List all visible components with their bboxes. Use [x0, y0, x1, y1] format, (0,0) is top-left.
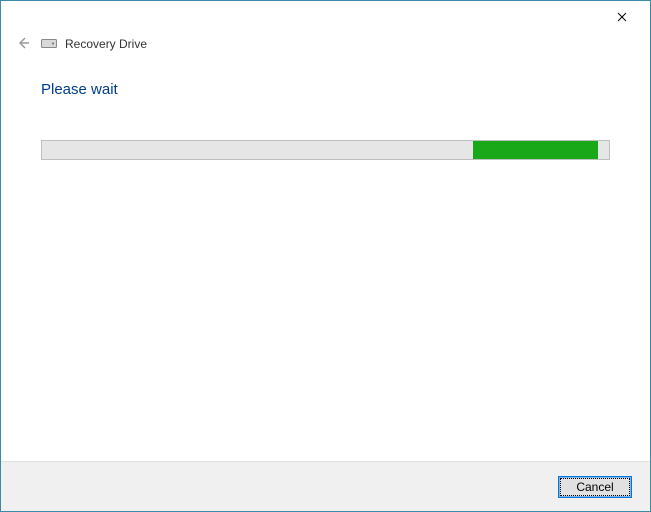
- page-heading: Please wait: [41, 81, 610, 98]
- footer: Cancel: [1, 461, 650, 511]
- drive-icon: [41, 38, 57, 50]
- progress-fill: [473, 141, 598, 159]
- window-title: Recovery Drive: [65, 37, 147, 51]
- wizard-window: Recovery Drive Please wait Cancel: [0, 0, 651, 512]
- close-button[interactable]: [602, 5, 642, 29]
- back-arrow-icon: [15, 35, 31, 54]
- back-button: [13, 34, 33, 54]
- titlebar: [1, 1, 650, 31]
- content-area: Please wait: [1, 57, 650, 461]
- progress-bar: [41, 140, 610, 160]
- header-row: Recovery Drive: [1, 31, 650, 57]
- close-icon: [617, 10, 627, 25]
- cancel-button[interactable]: Cancel: [558, 476, 632, 498]
